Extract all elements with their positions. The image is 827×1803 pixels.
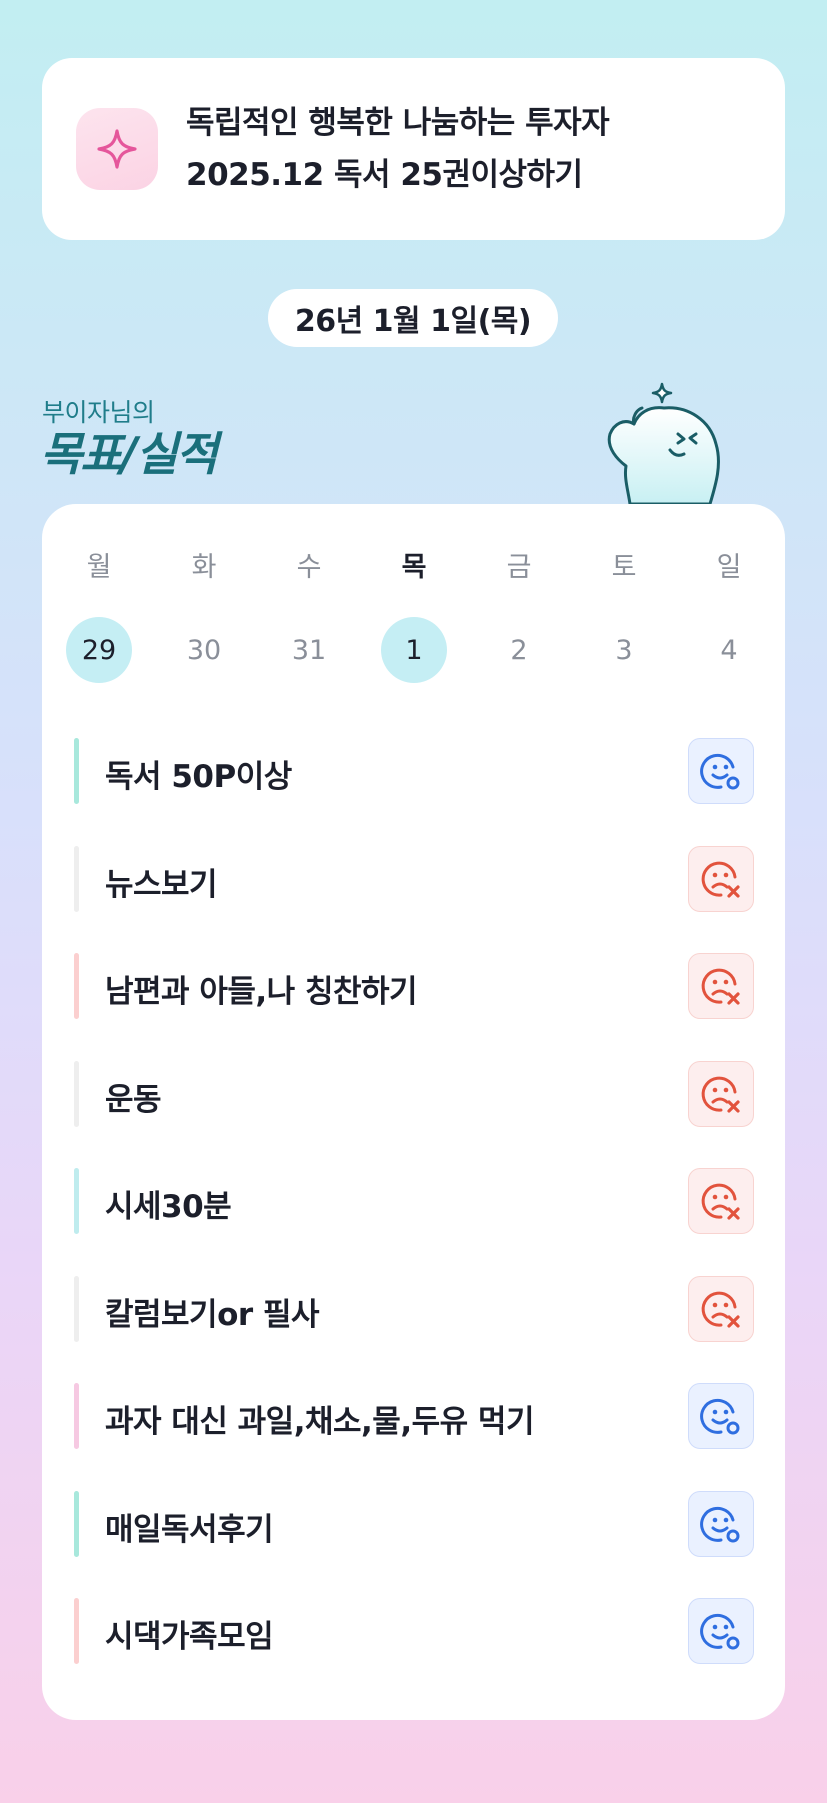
day-name: 금 [506,552,532,583]
vision-line-2: 2025.12 독서 25권이상하기 [186,157,583,193]
sad-x-icon [699,857,743,901]
goal-color-bar [74,845,79,912]
mascot-illustration [598,378,758,508]
missed-status-button[interactable] [688,953,754,1019]
day-name: 화 [191,552,217,583]
goal-color-bar [74,738,79,804]
missed-status-button[interactable] [688,1060,754,1127]
day-mon[interactable]: 월 29 [64,548,134,683]
day-name: 목 [401,552,427,583]
vision-card[interactable]: 독립적인 행복한 나눔하는 투자자 2025.12 독서 25권이상하기 [42,58,785,240]
sad-x-icon [699,964,743,1008]
goal-row[interactable]: 독서 50P이상 [74,720,754,828]
day-sat[interactable]: 토 3 [589,548,659,683]
achieved-status-button[interactable] [688,738,754,804]
goal-label: 과자 대신 과일,채소,물,두유 먹기 [105,1404,534,1441]
day-name: 일 [716,552,742,583]
goal-color-bar [74,1168,79,1234]
missed-status-button[interactable] [688,1168,754,1234]
smile-check-icon [699,1394,743,1438]
day-name: 월 [86,552,112,583]
day-number: 4 [720,634,738,666]
vision-text: 독립적인 행복한 나눔하는 투자자 2025.12 독서 25권이상하기 [186,97,610,201]
sparkle-icon [76,108,158,190]
missed-status-button[interactable] [688,845,754,912]
day-name: 토 [611,552,637,583]
goal-color-bar [74,1598,79,1664]
goal-color-bar [74,1060,79,1127]
day-number: 31 [291,634,327,666]
goal-label: 시세30분 [105,1189,232,1226]
goal-row[interactable]: 칼럼보기or 필사 [74,1258,754,1366]
goals-card: 월 29 화 30 수 31 목 1 금 2 토 3 일 4 독서 50P이상 뉴… [42,504,785,1720]
goal-color-bar [74,1275,79,1342]
achieved-status-button[interactable] [688,1490,754,1557]
day-number: 2 [510,634,528,666]
day-thu[interactable]: 목 1 [379,548,449,683]
day-number: 29 [66,617,132,683]
day-sun[interactable]: 일 4 [694,548,764,683]
goal-label: 시댁가족모임 [105,1619,274,1656]
sad-x-icon [699,1287,743,1331]
day-number-selected: 1 [381,617,447,683]
goal-row[interactable]: 과자 대신 과일,채소,물,두유 먹기 [74,1365,754,1473]
goal-label: 뉴스보기 [105,866,218,903]
smile-check-icon [699,1502,743,1546]
day-name: 수 [296,552,322,583]
day-wed[interactable]: 수 31 [274,548,344,683]
section-title: 목표/실적 [40,427,218,481]
goal-label: 남편과 아들,나 칭찬하기 [105,974,418,1011]
day-number: 30 [186,634,222,666]
achieved-status-button[interactable] [688,1383,754,1449]
goal-row[interactable]: 운동 [74,1043,754,1151]
goal-label: 운동 [105,1081,162,1118]
goal-label: 독서 50P이상 [105,759,292,796]
day-fri[interactable]: 금 2 [484,548,554,683]
vision-line-1: 독립적인 행복한 나눔하는 투자자 [186,105,610,141]
sad-x-icon [699,1179,743,1223]
goal-row[interactable]: 시세30분 [74,1150,754,1258]
smile-check-icon [699,749,743,793]
goal-list: 독서 50P이상뉴스보기남편과 아들,나 칭찬하기운동시세30분칼럼보기or 필… [74,720,754,1688]
goal-row[interactable]: 남편과 아들,나 칭찬하기 [74,935,754,1043]
smile-check-icon [699,1609,743,1653]
goal-color-bar [74,1383,79,1449]
day-number: 3 [615,634,633,666]
date-selector[interactable]: 26년 1월 1일(목) [268,289,558,347]
day-tue[interactable]: 화 30 [169,548,239,683]
goal-row[interactable]: 뉴스보기 [74,828,754,936]
goal-row[interactable]: 시댁가족모임 [74,1580,754,1688]
goal-color-bar [74,1490,79,1557]
goal-label: 매일독서후기 [105,1511,274,1548]
week-strip: 월 29 화 30 수 31 목 1 금 2 토 3 일 4 [64,548,764,683]
goal-color-bar [74,953,79,1019]
achieved-status-button[interactable] [688,1598,754,1664]
missed-status-button[interactable] [688,1275,754,1342]
goal-label: 칼럼보기or 필사 [105,1296,320,1333]
goal-row[interactable]: 매일독서후기 [74,1473,754,1581]
sad-x-icon [699,1072,743,1116]
